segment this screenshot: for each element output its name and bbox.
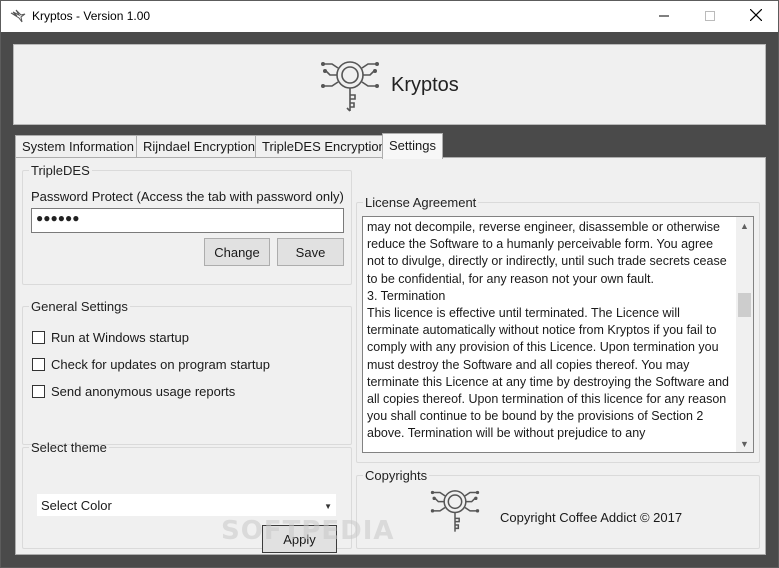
check-updates-label: Check for updates on program startup bbox=[51, 357, 270, 372]
check-updates-checkbox[interactable]: Check for updates on program startup bbox=[32, 357, 270, 372]
usage-reports-checkbox[interactable]: Send anonymous usage reports bbox=[32, 384, 235, 399]
password-protect-label: Password Protect (Access the tab with pa… bbox=[31, 189, 344, 204]
copyrights-group: Copyrights bbox=[356, 468, 760, 549]
scroll-down-icon[interactable]: ▼ bbox=[736, 435, 753, 452]
select-theme-title: Select theme bbox=[31, 440, 107, 455]
usage-reports-label: Send anonymous usage reports bbox=[51, 384, 236, 399]
minimize-button[interactable] bbox=[641, 1, 687, 32]
copyrights-title: Copyrights bbox=[365, 468, 428, 483]
checkbox-box bbox=[32, 385, 45, 398]
circuit-key-icon bbox=[430, 485, 480, 535]
checkbox-box bbox=[32, 331, 45, 344]
license-textbox[interactable]: may not decompile, reverse engineer, dis… bbox=[362, 216, 754, 453]
license-agreement-title: License Agreement bbox=[365, 195, 477, 210]
window-title: Kryptos - Version 1.00 bbox=[32, 9, 151, 23]
run-at-startup-label: Run at Windows startup bbox=[51, 330, 190, 345]
theme-select-value: Select Color bbox=[41, 498, 112, 513]
theme-select[interactable]: Select Color ▼ bbox=[36, 493, 337, 517]
tripledes-group-title: TripleDES bbox=[31, 163, 90, 178]
password-field[interactable]: ●●●●●● bbox=[31, 208, 344, 233]
app-brand-name: Kryptos bbox=[391, 74, 459, 96]
change-button[interactable]: Change bbox=[204, 238, 270, 266]
license-scrollbar[interactable]: ▲ ▼ bbox=[736, 217, 753, 452]
tab-rijndael-encryption[interactable]: Rijndael Encryption bbox=[136, 135, 263, 158]
title-bar[interactable]: Kryptos - Version 1.00 bbox=[1, 1, 778, 32]
license-text: may not decompile, reverse engineer, dis… bbox=[367, 220, 729, 441]
general-settings-group: General Settings bbox=[22, 299, 352, 445]
general-settings-title: General Settings bbox=[31, 299, 128, 314]
checkbox-box bbox=[32, 358, 45, 371]
run-at-startup-checkbox[interactable]: Run at Windows startup bbox=[32, 330, 189, 345]
winged-logo-icon bbox=[10, 9, 26, 23]
maximize-icon bbox=[705, 9, 715, 24]
save-button[interactable]: Save bbox=[277, 238, 344, 266]
circuit-key-icon bbox=[320, 55, 380, 115]
tab-system-information[interactable]: System Information bbox=[15, 135, 141, 158]
copyright-text: Copyright Coffee Addict © 2017 bbox=[500, 510, 683, 525]
softpedia-watermark: SOFTPEDIA bbox=[221, 516, 395, 546]
tab-settings[interactable]: Settings bbox=[382, 133, 443, 159]
header-banner: Kryptos bbox=[13, 44, 766, 125]
dropdown-arrow-icon: ▼ bbox=[324, 502, 332, 511]
maximize-button[interactable] bbox=[687, 1, 733, 32]
password-value: ●●●●●● bbox=[36, 211, 80, 225]
tab-tripledes-encryption[interactable]: TripleDES Encryption bbox=[255, 135, 393, 158]
close-icon bbox=[749, 8, 763, 24]
settings-panel: TripleDES Password Protect (Access the t… bbox=[15, 157, 766, 555]
minimize-icon bbox=[659, 9, 669, 24]
scroll-up-icon[interactable]: ▲ bbox=[736, 217, 753, 234]
client-area: Kryptos System Information Rijndael Encr… bbox=[1, 32, 778, 567]
close-button[interactable] bbox=[733, 1, 778, 32]
app-window: Kryptos - Version 1.00 Kryptos System In… bbox=[0, 0, 779, 568]
scrollbar-thumb[interactable] bbox=[738, 293, 751, 317]
